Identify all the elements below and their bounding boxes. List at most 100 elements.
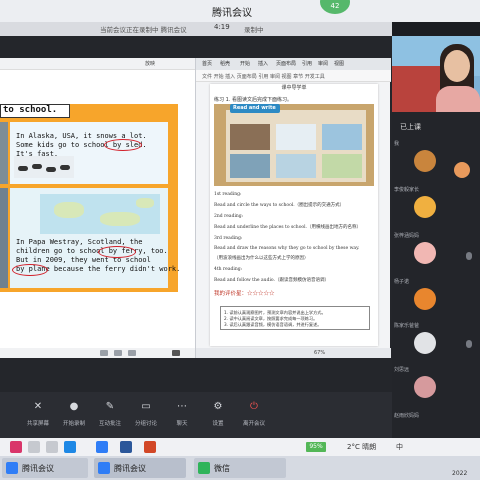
participant-list-header: 已上课 [400, 123, 421, 131]
worksheet-line: （用波浪线画出为什么以这些方式上学的原因） [214, 256, 309, 261]
view-normal-icon[interactable] [100, 350, 108, 356]
meeting-toolbar: ✕ 共享屏幕 ● 开始录制 ✎ 互动批注 ▭ 分组讨论 ⋯ 聊天 ⚙ 设置 ⏻ … [0, 392, 392, 438]
screen: 腾讯会议 42 当前会议正在录制中 腾讯会议 4:19 录制中 放映 to sc… [0, 0, 480, 480]
participant-list: 已上课 我 李俊毅家长 张梓涵妈妈 杨子诺 陈家乐爸爸 刘思远 赵雨欣妈妈 [392, 112, 480, 438]
worksheet-line: 4th reading: [214, 267, 243, 272]
chat-icon: ⋯ [177, 401, 187, 412]
doc-page[interactable]: 课中导学单 练习 1. 看图读文后完成下面练习。 Read and write … [210, 84, 378, 346]
page-subheading: 练习 1. 看图读文后完成下面练习。 [214, 97, 292, 103]
notification-badge[interactable]: 42 [320, 0, 350, 14]
ppt-toolbar-label[interactable]: 放映 [145, 60, 155, 67]
doc-window[interactable]: 首页 稻壳 开始 插入 页面布局 引用 审阅 视图 文件 开始 插入 页面布局 … [195, 58, 391, 358]
taskbar-item-label: 腾讯会议 [114, 464, 146, 473]
doc-tab[interactable]: 审阅 [318, 60, 328, 67]
tips-text: 1. 读前认真观察图片，预测文章内容并说出上学方式。 2. 读中认真阅读文章，按… [224, 310, 326, 328]
alaska-scene: In Alaska, USA, it snows a lot. Some kid… [10, 122, 168, 184]
slideshow-icon[interactable] [128, 350, 136, 356]
record-icon: ● [69, 401, 79, 412]
worksheet-image: Read and write [214, 104, 374, 186]
taskbar-tray: 95% 2°C 晴朗 中 [0, 438, 480, 456]
window-title: 腾讯会议 [212, 8, 252, 19]
doc-tab[interactable]: 引用 [302, 60, 312, 67]
participant-avatar[interactable] [414, 376, 436, 398]
participant-name: 杨子诺 [394, 279, 410, 285]
ppt-toolbar: 放映 [0, 58, 195, 70]
participant-avatar[interactable] [414, 288, 436, 310]
taskview-icon[interactable] [46, 441, 58, 453]
taskbar-item[interactable]: 微信 [194, 458, 286, 478]
settings-button[interactable]: ⚙ 设置 [200, 398, 236, 434]
toolbar-label: 设置 [212, 421, 224, 427]
start-icon[interactable] [10, 441, 22, 453]
annotate-button[interactable]: ✎ 互动批注 [92, 398, 128, 434]
taskbar-item[interactable]: 腾讯会议 [2, 458, 88, 478]
participant-name: 陈家乐爸爸 [394, 323, 420, 329]
participant-name: 我 [394, 141, 400, 147]
video-person-body [436, 86, 480, 112]
weather-widget[interactable]: 2°C 晴朗 [347, 442, 376, 452]
clock-year: 2022 [452, 470, 468, 477]
title-bar: 腾讯会议 42 [0, 0, 480, 22]
participant-avatar[interactable] [414, 150, 436, 172]
slide-text: children go to school by ferry, too. [16, 247, 168, 255]
mic-icon [466, 340, 472, 348]
mic-icon [466, 252, 472, 260]
participant-avatar[interactable] [454, 162, 470, 178]
slide: to school. In Alaska, USA, it snows a lo… [0, 104, 180, 292]
worksheet-line: Read and circle the ways to school.（圈出提示… [214, 203, 345, 208]
worksheet-line: 3rd reading: [214, 236, 243, 241]
edge-icon[interactable] [64, 441, 76, 453]
tip-line: 3. 读后认真跟读音频，模仿语音语调，并进行复述。 [224, 322, 322, 327]
participant-avatar[interactable] [414, 332, 436, 354]
recording-indicator[interactable]: 录制中 [244, 24, 264, 34]
view-sorter-icon[interactable] [114, 350, 122, 356]
play-icon[interactable] [172, 350, 180, 356]
meeting-app-icon [6, 462, 18, 474]
share-screen-icon: ✕ [33, 401, 43, 412]
toolbar-label: 共享屏幕 [26, 421, 49, 427]
ppt-status-bar [0, 348, 195, 358]
self-rating-stars: 我的评价星：☆☆☆☆☆ [214, 291, 275, 297]
zoom-level[interactable]: 67% [314, 350, 325, 356]
doc-tab[interactable]: 稻壳 [220, 60, 230, 67]
doc-tab[interactable]: 视图 [334, 60, 344, 67]
chat-button[interactable]: ⋯ 聊天 [164, 398, 200, 434]
status-text: 当前会议正在录制中 腾讯会议 [100, 26, 187, 34]
host-video[interactable] [392, 36, 480, 112]
gear-icon: ⚙ [213, 401, 223, 412]
ppt-icon[interactable] [144, 441, 156, 453]
worksheet-line: 2nd reading: [214, 214, 244, 219]
toolbar-label: 聊天 [176, 421, 188, 427]
leave-meeting-button[interactable]: ⏻ 离开会议 [236, 398, 272, 434]
doc-tab[interactable]: 首页 [202, 60, 212, 67]
doc-tab-bar: 首页 稻壳 开始 插入 页面布局 引用 审阅 视图 [196, 58, 391, 70]
ribbon-menu[interactable]: 文件 开始 插入 页面布局 引用 审阅 视图 章节 开发工具 [202, 73, 325, 80]
slide-photo-strip [0, 122, 8, 184]
worksheet-line: 1st reading: [214, 192, 242, 197]
doc-tab[interactable]: 页面布局 [276, 60, 296, 67]
participant-avatar[interactable] [414, 196, 436, 218]
input-method[interactable]: 中 [396, 442, 403, 452]
meeting-app-icon[interactable] [96, 441, 108, 453]
page-heading: 课中导学单 [281, 85, 307, 91]
search-icon[interactable] [28, 441, 40, 453]
doc-status-bar: 67% [196, 348, 391, 358]
doc-tab[interactable]: 插入 [258, 60, 268, 67]
doc-tab[interactable]: 开始 [240, 60, 250, 67]
scotland-scene: In Papa Westray, Scotland, the children … [10, 188, 180, 288]
word-icon[interactable] [120, 441, 132, 453]
battery-indicator[interactable]: 95% [306, 442, 326, 452]
record-button[interactable]: ● 开始录制 [56, 398, 92, 434]
ppt-window[interactable]: 放映 to school. In Alaska, USA, it snows a… [0, 58, 195, 358]
taskbar: 腾讯会议 腾讯会议 微信 2022 [0, 456, 480, 480]
annotation-circle [104, 139, 142, 151]
doc-ribbon: 文件 开始 插入 页面布局 引用 审阅 视图 章节 开发工具 [196, 70, 391, 82]
participant-name: 赵雨欣妈妈 [394, 413, 420, 419]
participant-avatar[interactable] [414, 242, 436, 264]
annotation-circle [12, 264, 48, 276]
meeting-duration: 4:19 [214, 23, 230, 31]
share-screen-button[interactable]: ✕ 共享屏幕 [20, 398, 56, 434]
toolbar-label: 开始录制 [62, 421, 85, 427]
breakout-button[interactable]: ▭ 分组讨论 [128, 398, 164, 434]
taskbar-item[interactable]: 腾讯会议 [94, 458, 186, 478]
